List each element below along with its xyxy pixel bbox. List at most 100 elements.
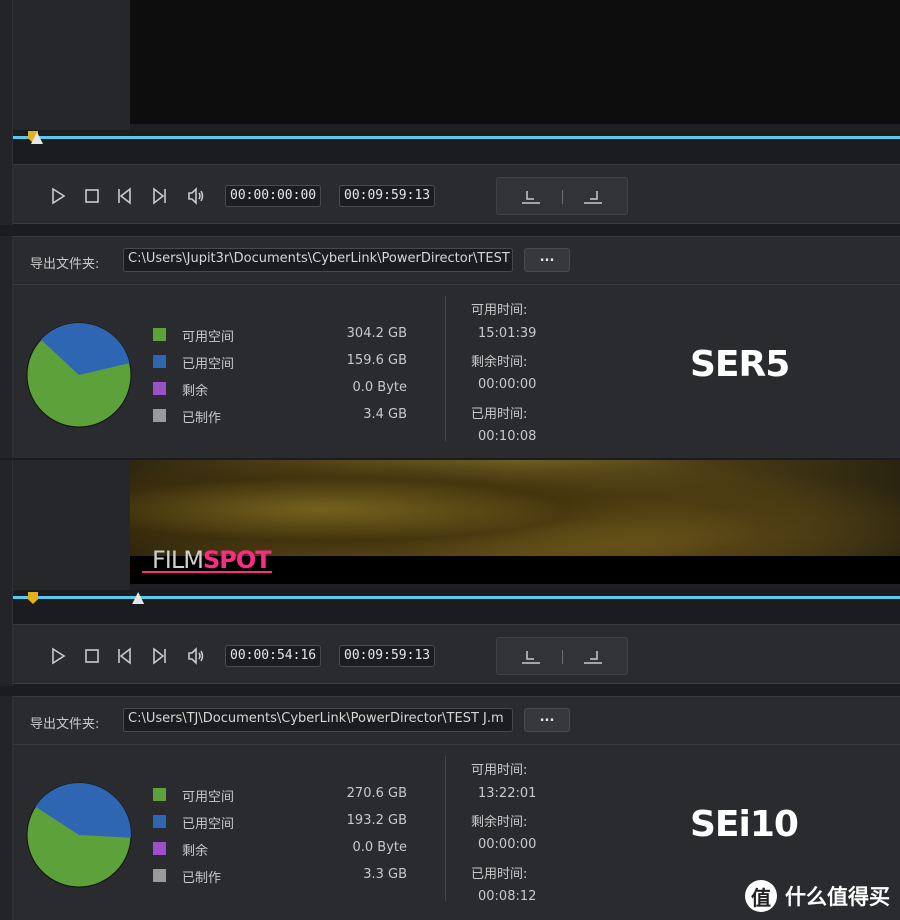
export-panel: 导出文件夹: C:\Users\Jupit3r\Documents\CyberL… xyxy=(13,236,900,458)
produced-label: 已制作 xyxy=(182,411,222,426)
remaining-time-value: 00:00:00 xyxy=(478,837,537,852)
top-preview-section: 00:00:00:00 00:09:59:13 xyxy=(0,0,900,225)
mark-in-out-group xyxy=(496,637,628,675)
video-preview: FILMSPOT xyxy=(130,460,900,584)
logo-part-film: FILM xyxy=(152,546,204,574)
previous-frame-button[interactable] xyxy=(114,185,136,207)
produced-value: 3.3 GB xyxy=(363,867,407,882)
remaining-value: 0.0 Byte xyxy=(352,380,407,395)
legend-used-space: 已用空间 159.6 GB xyxy=(153,353,413,372)
remaining-swatch xyxy=(153,382,166,395)
export-folder-label: 导出文件夹: xyxy=(30,717,100,732)
remaining-value: 0.0 Byte xyxy=(352,840,407,855)
free-space-swatch xyxy=(153,328,166,341)
watermark-logo-icon: 值 xyxy=(745,880,777,912)
play-icon xyxy=(52,187,66,205)
play-icon xyxy=(52,647,66,665)
remaining-time-value: 00:00:00 xyxy=(478,377,537,392)
export-folder-row: 导出文件夹: C:\Users\Jupit3r\Documents\CyberL… xyxy=(13,237,900,285)
stop-button[interactable] xyxy=(81,185,103,207)
transport-controls: 00:00:54:16 00:09:59:13 xyxy=(13,624,900,684)
left-sidebar xyxy=(0,0,13,225)
used-space-swatch xyxy=(153,815,166,828)
mark-out-icon xyxy=(584,651,602,664)
play-button[interactable] xyxy=(47,645,69,667)
used-time-label: 已用时间: xyxy=(471,407,528,422)
export-panel-ser5: 导出文件夹: C:\Users\Jupit3r\Documents\CyberL… xyxy=(0,236,900,458)
free-space-swatch xyxy=(153,788,166,801)
play-button[interactable] xyxy=(47,185,69,207)
stop-button[interactable] xyxy=(81,645,103,667)
legend-remaining: 剩余 0.0 Byte xyxy=(153,380,413,399)
timeline-scrubber[interactable] xyxy=(13,136,900,139)
free-space-value: 304.2 GB xyxy=(346,326,407,341)
remaining-time-label: 剩余时间: xyxy=(471,815,528,830)
available-time-value: 13:22:01 xyxy=(478,786,537,801)
mark-in-button[interactable] xyxy=(519,187,543,207)
preview-margin xyxy=(13,0,130,130)
mark-out-button[interactable] xyxy=(581,187,605,207)
volume-button[interactable] xyxy=(185,645,207,667)
duration-timecode[interactable]: 00:09:59:13 xyxy=(339,185,436,207)
disk-usage-pie-chart xyxy=(26,322,132,428)
mark-in-button[interactable] xyxy=(519,647,543,667)
logo-underline xyxy=(142,571,272,573)
duration-timecode[interactable]: 00:09:59:13 xyxy=(339,645,436,667)
logo-part-spot: SPOT xyxy=(202,546,272,574)
remaining-label: 剩余 xyxy=(182,384,209,399)
preview-area xyxy=(13,0,900,130)
left-sidebar xyxy=(0,696,13,920)
mark-separator xyxy=(562,190,563,204)
browse-button[interactable]: ... xyxy=(524,248,570,272)
produced-label: 已制作 xyxy=(182,871,222,886)
free-space-value: 270.6 GB xyxy=(346,786,407,801)
next-frame-button[interactable] xyxy=(148,645,170,667)
transport-controls: 00:00:00:00 00:09:59:13 xyxy=(13,164,900,224)
export-path-input[interactable]: C:\Users\TJ\Documents\CyberLink\PowerDir… xyxy=(123,708,513,732)
export-path-input[interactable]: C:\Users\Jupit3r\Documents\CyberLink\Pow… xyxy=(123,248,513,272)
preview-area: FILMSPOT xyxy=(13,460,900,590)
previous-frame-icon xyxy=(118,647,131,665)
produced-value: 3.4 GB xyxy=(363,407,407,422)
available-time-value: 15:01:39 xyxy=(478,326,537,341)
legend-used-space: 已用空间 193.2 GB xyxy=(153,813,413,832)
next-frame-icon xyxy=(153,647,166,665)
mark-separator xyxy=(562,650,563,664)
next-frame-button[interactable] xyxy=(148,185,170,207)
stop-icon xyxy=(85,189,99,203)
used-space-swatch xyxy=(153,355,166,368)
watermark: 值 什么值得买 xyxy=(745,880,890,912)
legend-free-space: 可用空间 270.6 GB xyxy=(153,786,413,805)
previous-frame-button[interactable] xyxy=(114,645,136,667)
left-sidebar xyxy=(0,236,13,458)
mark-out-button[interactable] xyxy=(581,647,605,667)
previous-frame-icon xyxy=(118,187,131,205)
vertical-divider xyxy=(445,296,446,441)
timeline-scrubber[interactable] xyxy=(13,596,900,599)
used-space-value: 193.2 GB xyxy=(346,813,407,828)
preview-margin xyxy=(13,460,130,590)
mark-in-icon xyxy=(522,191,540,204)
browse-button[interactable]: ... xyxy=(524,708,570,732)
mark-out-icon xyxy=(584,191,602,204)
legend-produced: 已制作 3.3 GB xyxy=(153,867,413,886)
volume-icon xyxy=(188,647,204,665)
middle-preview-section: FILMSPOT 00:00:54:16 00:09:59:13 xyxy=(0,460,900,686)
next-frame-icon xyxy=(153,187,166,205)
in-marker[interactable] xyxy=(28,592,38,604)
volume-button[interactable] xyxy=(185,185,207,207)
available-time-label: 可用时间: xyxy=(471,763,528,778)
export-folder-label: 导出文件夹: xyxy=(30,257,100,272)
available-time-label: 可用时间: xyxy=(471,303,528,318)
volume-icon xyxy=(188,187,204,205)
current-timecode[interactable]: 00:00:54:16 xyxy=(225,645,322,667)
remaining-swatch xyxy=(153,842,166,855)
used-space-label: 已用空间 xyxy=(182,817,235,832)
disk-usage-pie-chart xyxy=(26,782,132,888)
current-timecode[interactable]: 00:00:00:00 xyxy=(225,185,322,207)
watermark-text: 什么值得买 xyxy=(785,885,890,909)
device-label: SER5 xyxy=(690,344,790,385)
stop-icon xyxy=(85,649,99,663)
used-time-value: 00:08:12 xyxy=(478,889,537,904)
mark-in-out-group xyxy=(496,177,628,215)
